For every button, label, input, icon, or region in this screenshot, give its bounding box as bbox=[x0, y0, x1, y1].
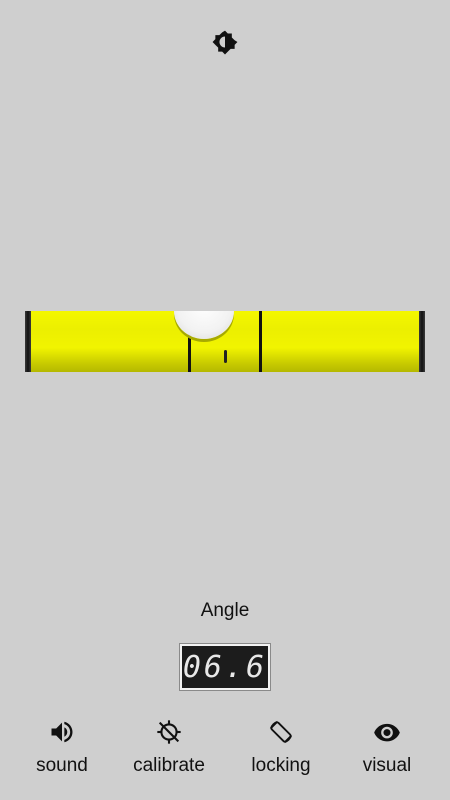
level-bubble bbox=[174, 311, 234, 339]
locking-button[interactable]: locking bbox=[226, 716, 336, 786]
angle-value: 06.6 bbox=[182, 649, 268, 685]
angle-label: Angle bbox=[200, 600, 250, 621]
speaker-icon bbox=[51, 721, 73, 743]
tube-center-tick bbox=[224, 350, 227, 363]
tube-right-cap bbox=[419, 311, 425, 372]
level-tube bbox=[25, 311, 425, 372]
bottom-toolbar: sound calibrate locking visual bbox=[0, 716, 450, 786]
angle-value-display: 06.6 bbox=[179, 643, 271, 691]
brightness-button[interactable] bbox=[210, 27, 240, 57]
tube-right-marker bbox=[259, 311, 262, 372]
sound-label: sound bbox=[36, 755, 88, 776]
sound-button[interactable]: sound bbox=[7, 716, 117, 786]
calibrate-label: calibrate bbox=[133, 755, 205, 776]
visual-label: visual bbox=[362, 755, 412, 776]
locking-label: locking bbox=[251, 755, 311, 776]
calibrate-button[interactable]: calibrate bbox=[114, 716, 224, 786]
brightness-contrast-icon bbox=[212, 30, 238, 55]
tube-left-cap bbox=[25, 311, 31, 372]
screen-rotation-icon bbox=[269, 720, 293, 744]
eye-icon bbox=[374, 723, 400, 742]
calibrate-icon bbox=[157, 720, 181, 744]
visual-button[interactable]: visual bbox=[332, 716, 442, 786]
bubble-level-screen: Angle 06.6 sound calibrate locking visua… bbox=[0, 0, 450, 800]
